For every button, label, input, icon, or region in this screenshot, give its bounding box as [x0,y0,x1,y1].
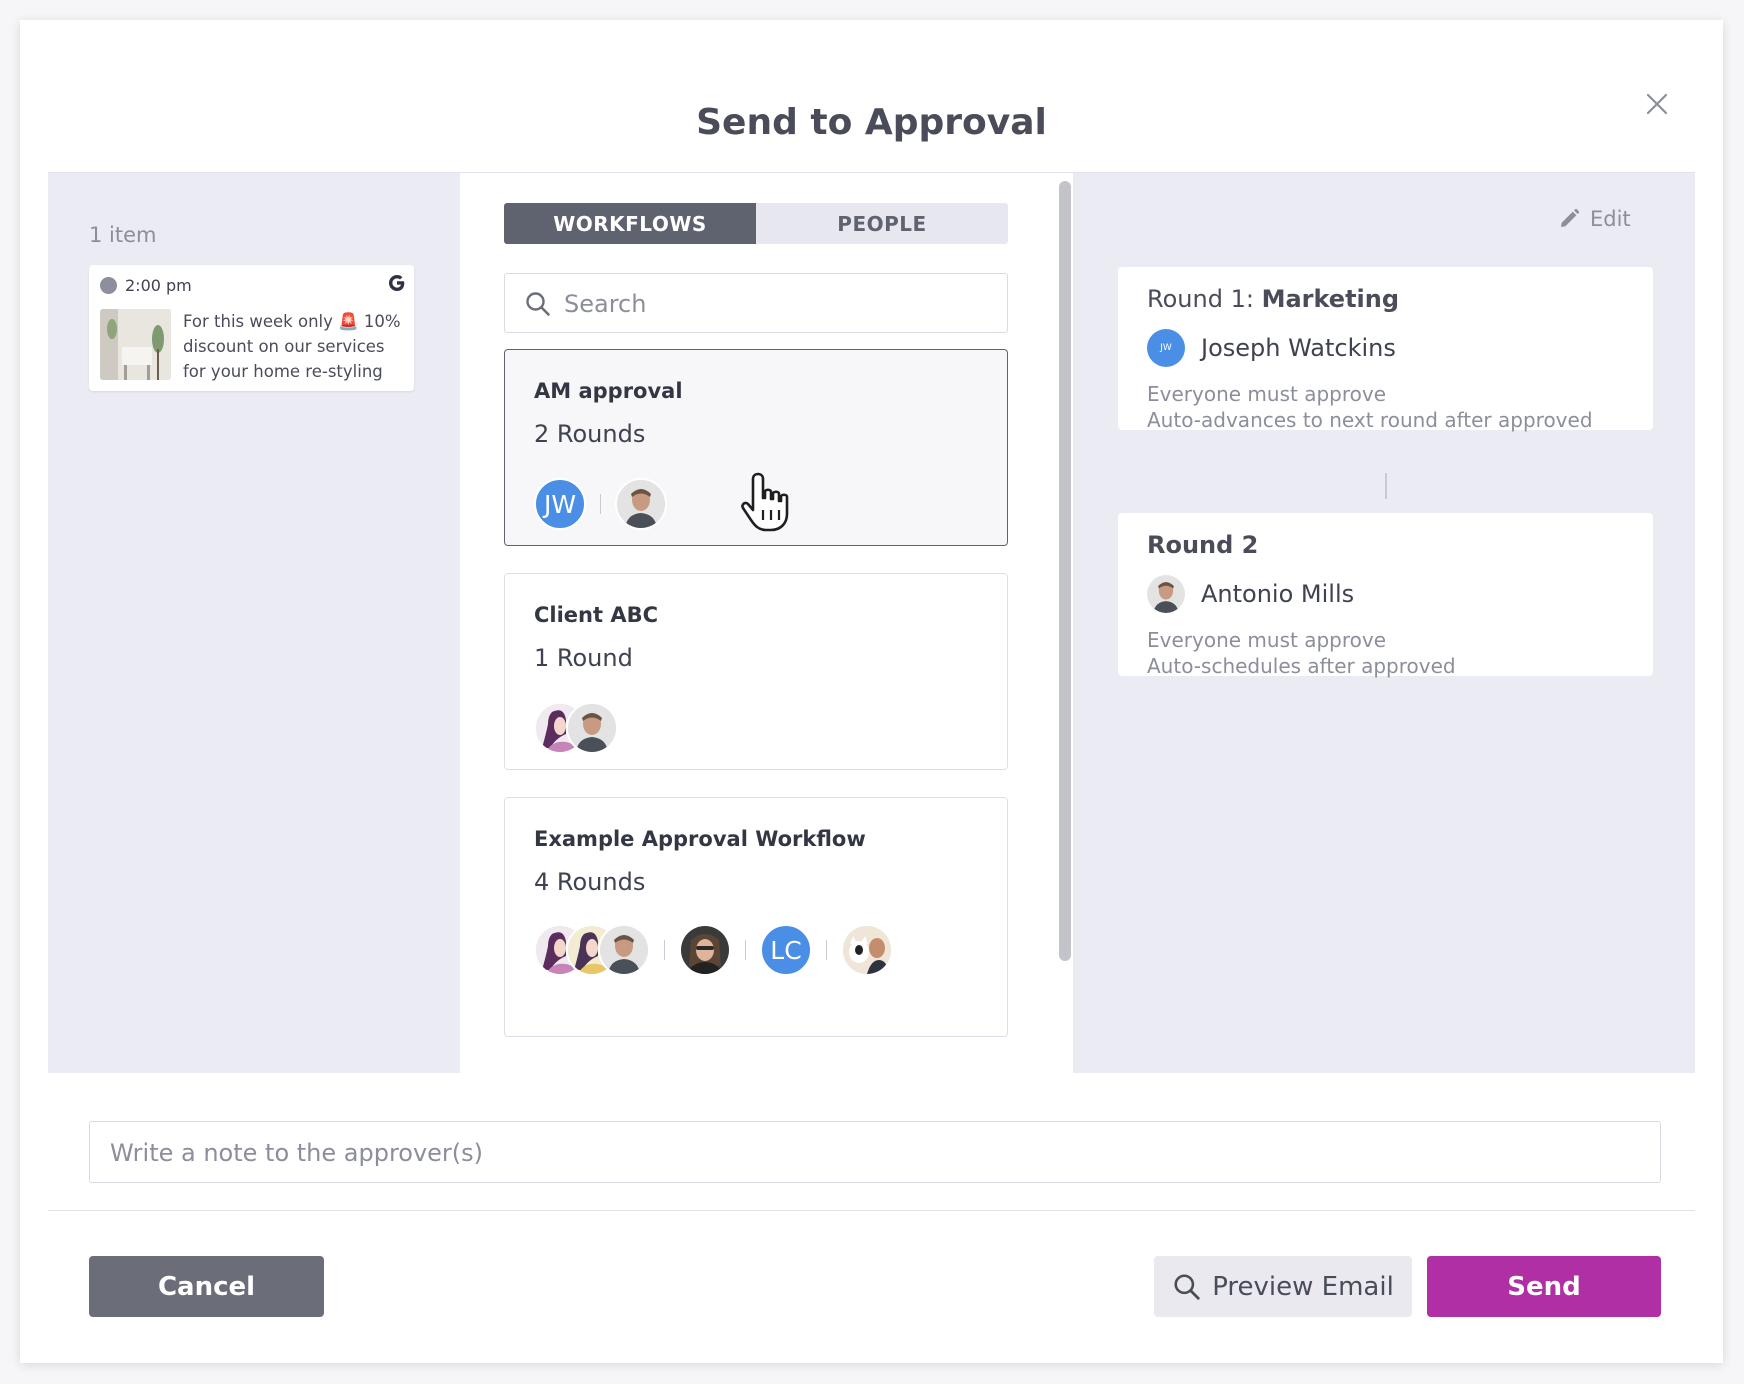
note-input[interactable] [108,1134,1632,1172]
round-title-name: Marketing [1261,285,1400,313]
round-separator [826,940,827,960]
workflow-name: Example Approval Workflow [534,827,866,851]
google-icon [385,271,409,295]
workflow-rounds: 2 Rounds [534,420,646,448]
avatar [615,478,667,530]
approver: JW Joseph Watckins [1147,329,1396,367]
workflow-avatars [534,702,618,754]
workflow-card-example-approval-workflow[interactable]: Example Approval Workflow 4 Rounds LC [504,797,1008,1037]
approver-name: Antonio Mills [1201,580,1355,608]
send-button[interactable]: Send [1427,1256,1661,1317]
post-time: 2:00 pm [125,276,192,295]
avatar [566,702,618,754]
round-rule: Everyone must approve [1147,628,1386,652]
status-dot [100,277,117,294]
workflow-name: Client ABC [534,603,659,627]
workflow-avatars: LC [534,924,893,976]
workflow-detail-panel: Edit Round 1: Marketing JW Joseph Watcki… [1073,173,1695,1073]
round-connector [1385,473,1387,499]
round-card-1: Round 1: Marketing JW Joseph Watckins Ev… [1118,267,1653,433]
round-title: Round 1: Marketing [1147,285,1399,313]
round-rule: Auto-advances to next round after approv… [1147,408,1593,432]
dialog-title: Send to Approval [696,102,1047,143]
avatar [1147,575,1185,613]
preview-email-button[interactable]: Preview Email [1154,1256,1412,1317]
preview-email-label: Preview Email [1212,1271,1394,1302]
avatar: JW [534,478,586,530]
items-count: 1 item [89,223,157,247]
avatar [598,924,650,976]
workflow-card-client-abc[interactable]: Client ABC 1 Round [504,573,1008,770]
post-image [100,309,171,380]
workflow-rounds: 1 Round [534,644,633,672]
search-icon [1174,1273,1200,1300]
close-icon[interactable] [1635,82,1679,126]
search-input[interactable] [562,284,996,324]
view-tabs: WORKFLOWS PEOPLE [504,203,1008,244]
round-rules: Everyone must approve Auto-advances to n… [1147,381,1593,433]
footer-divider [48,1210,1695,1211]
edit-button[interactable]: Edit [1558,207,1631,231]
approver: Antonio Mills [1147,575,1354,613]
search-icon [524,290,552,318]
hand-cursor-icon [738,470,798,534]
round-rule: Everyone must approve [1147,382,1386,406]
round-title-name: Round 2 [1147,531,1259,559]
note-box [89,1121,1661,1183]
scrollbar-thumb[interactable] [1059,181,1071,961]
post-text: For this week only 🚨 10% discount on our… [183,312,401,381]
workflow-rounds: 4 Rounds [534,868,646,896]
dialog-body: 1 item 2:00 pm For this week only 🚨 10% … [48,172,1695,1073]
workflow-avatars: JW [534,478,667,530]
tab-people[interactable]: PEOPLE [756,203,1008,244]
round-separator [600,494,601,514]
round-card-2: Round 2 Antonio Mills Everyone must appr… [1118,513,1653,679]
pencil-icon [1561,208,1580,227]
avatar: LC [760,924,812,976]
items-panel: 1 item 2:00 pm For this week only 🚨 10% … [48,173,460,1073]
workflow-card-am-approval[interactable]: AM approval 2 Rounds JW [504,349,1008,546]
round-title: Round 2 [1147,531,1258,559]
round-separator [664,940,665,960]
round-rule: Auto-schedules after approved [1147,654,1456,678]
avatar: JW [1147,329,1185,367]
round-rules: Everyone must approve Auto-schedules aft… [1147,627,1456,679]
post-preview-card[interactable]: 2:00 pm For this week only 🚨 10% discoun… [89,265,414,391]
tab-workflows[interactable]: WORKFLOWS [504,203,756,244]
approver-name: Joseph Watckins [1201,334,1396,362]
round-title-prefix: Round 1: [1147,285,1262,313]
workflows-panel: WORKFLOWS PEOPLE AM approval 2 Rounds JW [460,173,1053,1073]
avatar [841,924,893,976]
avatar [679,924,731,976]
send-to-approval-dialog: Send to Approval 1 item 2:00 pm For this… [20,20,1723,1363]
cancel-button[interactable]: Cancel [89,1256,324,1317]
workflow-name: AM approval [534,379,683,403]
round-separator [745,940,746,960]
search-box [504,273,1008,333]
edit-label: Edit [1590,207,1631,231]
